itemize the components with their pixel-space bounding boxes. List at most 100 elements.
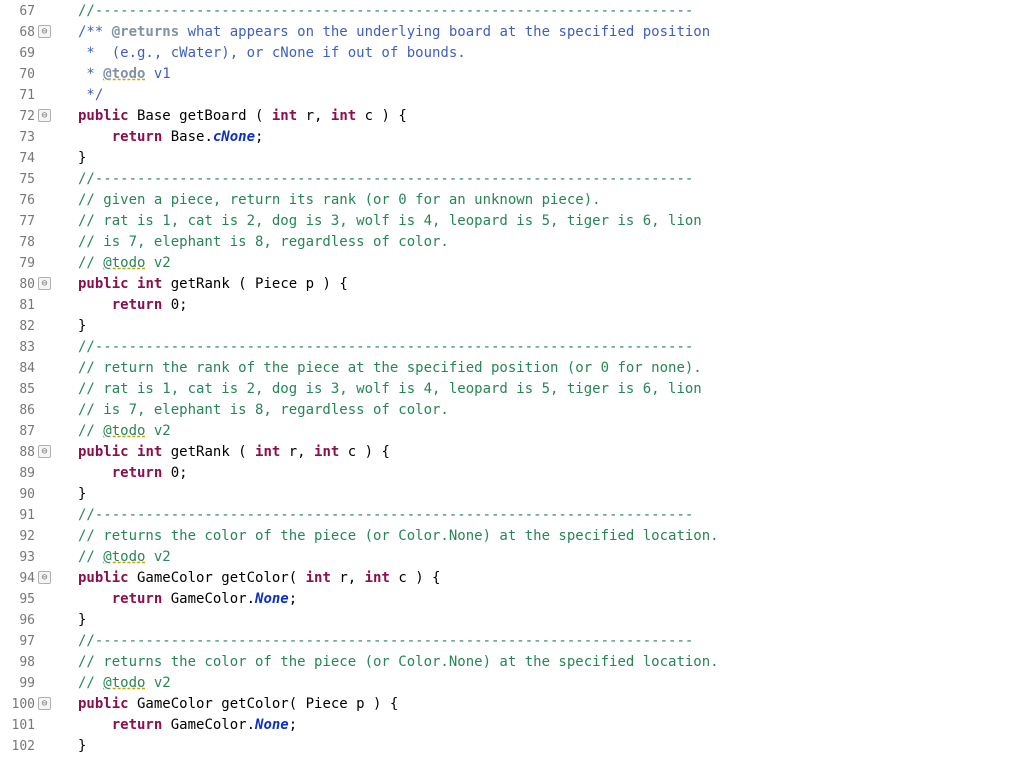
line-number: 73 bbox=[0, 127, 38, 148]
line-number: 85 bbox=[0, 379, 38, 400]
code-line[interactable]: // returns the color of the piece (or Co… bbox=[78, 652, 719, 673]
code-line[interactable]: return 0; bbox=[78, 295, 719, 316]
code-token: @todo bbox=[103, 549, 145, 565]
code-token: //--------------------------------------… bbox=[78, 171, 693, 187]
code-line[interactable]: // return the rank of the piece at the s… bbox=[78, 358, 719, 379]
code-token: v2 bbox=[145, 255, 170, 271]
code-token: v2 bbox=[145, 675, 170, 691]
code-line[interactable]: } bbox=[78, 484, 719, 505]
code-line[interactable]: public Base getBoard ( int r, int c ) { bbox=[78, 106, 719, 127]
code-token: @todo bbox=[103, 423, 145, 439]
code-line[interactable]: * (e.g., cWater), or cNone if out of bou… bbox=[78, 43, 719, 64]
code-line[interactable]: */ bbox=[78, 85, 719, 106]
fold-cell bbox=[38, 85, 52, 106]
code-line[interactable]: // @todo v2 bbox=[78, 421, 719, 442]
code-line[interactable]: } bbox=[78, 736, 719, 757]
code-token: //--------------------------------------… bbox=[78, 507, 693, 523]
code-token bbox=[78, 465, 112, 481]
line-number: 92 bbox=[0, 526, 38, 547]
line-number: 78 bbox=[0, 232, 38, 253]
code-line[interactable]: } bbox=[78, 148, 719, 169]
code-token: } bbox=[78, 150, 86, 166]
code-line[interactable]: } bbox=[78, 610, 719, 631]
code-token: GameColor. bbox=[162, 591, 255, 607]
fold-cell bbox=[38, 43, 52, 64]
code-token: None bbox=[255, 717, 289, 733]
line-number: 95 bbox=[0, 589, 38, 610]
code-token: public bbox=[78, 444, 129, 460]
code-line[interactable]: //--------------------------------------… bbox=[78, 337, 719, 358]
code-token: } bbox=[78, 486, 86, 502]
code-line[interactable]: * @todo v1 bbox=[78, 64, 719, 85]
fold-cell: ⊖ bbox=[38, 106, 52, 127]
code-token: // is 7, elephant is 8, regardless of co… bbox=[78, 234, 449, 250]
fold-cell bbox=[38, 505, 52, 526]
code-area[interactable]: //--------------------------------------… bbox=[52, 0, 719, 757]
code-line[interactable]: // returns the color of the piece (or Co… bbox=[78, 526, 719, 547]
code-line[interactable]: /** @returns what appears on the underly… bbox=[78, 22, 719, 43]
code-token: getRank ( Piece p ) { bbox=[162, 276, 347, 292]
code-line[interactable]: public GameColor getColor( int r, int c … bbox=[78, 568, 719, 589]
code-line[interactable]: return GameColor.None; bbox=[78, 715, 719, 736]
fold-cell bbox=[38, 358, 52, 379]
fold-toggle-icon[interactable]: ⊖ bbox=[38, 697, 51, 710]
line-number: 79 bbox=[0, 253, 38, 274]
line-number: 96 bbox=[0, 610, 38, 631]
fold-toggle-icon[interactable]: ⊖ bbox=[38, 571, 51, 584]
line-number: 89 bbox=[0, 463, 38, 484]
code-token: @todo bbox=[103, 675, 145, 691]
fold-cell bbox=[38, 715, 52, 736]
code-line[interactable]: return GameColor.None; bbox=[78, 589, 719, 610]
fold-cell bbox=[38, 337, 52, 358]
code-line[interactable]: } bbox=[78, 316, 719, 337]
code-line[interactable]: // @todo v2 bbox=[78, 547, 719, 568]
code-token bbox=[78, 297, 112, 313]
code-line[interactable]: public int getRank ( int r, int c ) { bbox=[78, 442, 719, 463]
code-token bbox=[129, 444, 137, 460]
code-line[interactable]: public int getRank ( Piece p ) { bbox=[78, 274, 719, 295]
code-line[interactable]: // @todo v2 bbox=[78, 253, 719, 274]
code-line[interactable]: return Base.cNone; bbox=[78, 127, 719, 148]
code-line[interactable]: //--------------------------------------… bbox=[78, 1, 719, 22]
code-token: what appears on the underlying board at … bbox=[179, 24, 710, 40]
code-editor[interactable]: 6768697071727374757677787980818283848586… bbox=[0, 0, 1024, 757]
fold-cell bbox=[38, 211, 52, 232]
fold-cell bbox=[38, 610, 52, 631]
code-token: int bbox=[137, 444, 162, 460]
fold-cell bbox=[38, 673, 52, 694]
code-token: // bbox=[78, 255, 103, 271]
fold-cell bbox=[38, 400, 52, 421]
code-token: // returns the color of the piece (or Co… bbox=[78, 528, 719, 544]
code-token: return bbox=[112, 129, 163, 145]
code-line[interactable]: return 0; bbox=[78, 463, 719, 484]
code-token: int bbox=[272, 108, 297, 124]
fold-toggle-icon[interactable]: ⊖ bbox=[38, 25, 51, 38]
code-line[interactable]: // is 7, elephant is 8, regardless of co… bbox=[78, 232, 719, 253]
code-token: c ) { bbox=[390, 570, 441, 586]
code-line[interactable]: //--------------------------------------… bbox=[78, 631, 719, 652]
fold-toggle-icon[interactable]: ⊖ bbox=[38, 109, 51, 122]
fold-cell bbox=[38, 547, 52, 568]
code-token: return bbox=[112, 465, 163, 481]
line-number: 74 bbox=[0, 148, 38, 169]
fold-toggle-icon[interactable]: ⊖ bbox=[38, 445, 51, 458]
code-token: r, bbox=[280, 444, 314, 460]
code-line[interactable]: //--------------------------------------… bbox=[78, 505, 719, 526]
code-line[interactable]: //--------------------------------------… bbox=[78, 169, 719, 190]
code-token: Base getBoard ( bbox=[129, 108, 272, 124]
code-line[interactable]: // rat is 1, cat is 2, dog is 3, wolf is… bbox=[78, 379, 719, 400]
line-number: 90 bbox=[0, 484, 38, 505]
code-line[interactable]: // given a piece, return its rank (or 0 … bbox=[78, 190, 719, 211]
code-line[interactable]: public GameColor getColor( Piece p ) { bbox=[78, 694, 719, 715]
line-number: 69 bbox=[0, 43, 38, 64]
fold-toggle-icon[interactable]: ⊖ bbox=[38, 277, 51, 290]
fold-cell bbox=[38, 232, 52, 253]
line-number: 68 bbox=[0, 22, 38, 43]
fold-cell bbox=[38, 589, 52, 610]
code-line[interactable]: // rat is 1, cat is 2, dog is 3, wolf is… bbox=[78, 211, 719, 232]
code-line[interactable]: // @todo v2 bbox=[78, 673, 719, 694]
fold-cell bbox=[38, 169, 52, 190]
fold-cell: ⊖ bbox=[38, 274, 52, 295]
code-token: // returns the color of the piece (or Co… bbox=[78, 654, 719, 670]
code-line[interactable]: // is 7, elephant is 8, regardless of co… bbox=[78, 400, 719, 421]
